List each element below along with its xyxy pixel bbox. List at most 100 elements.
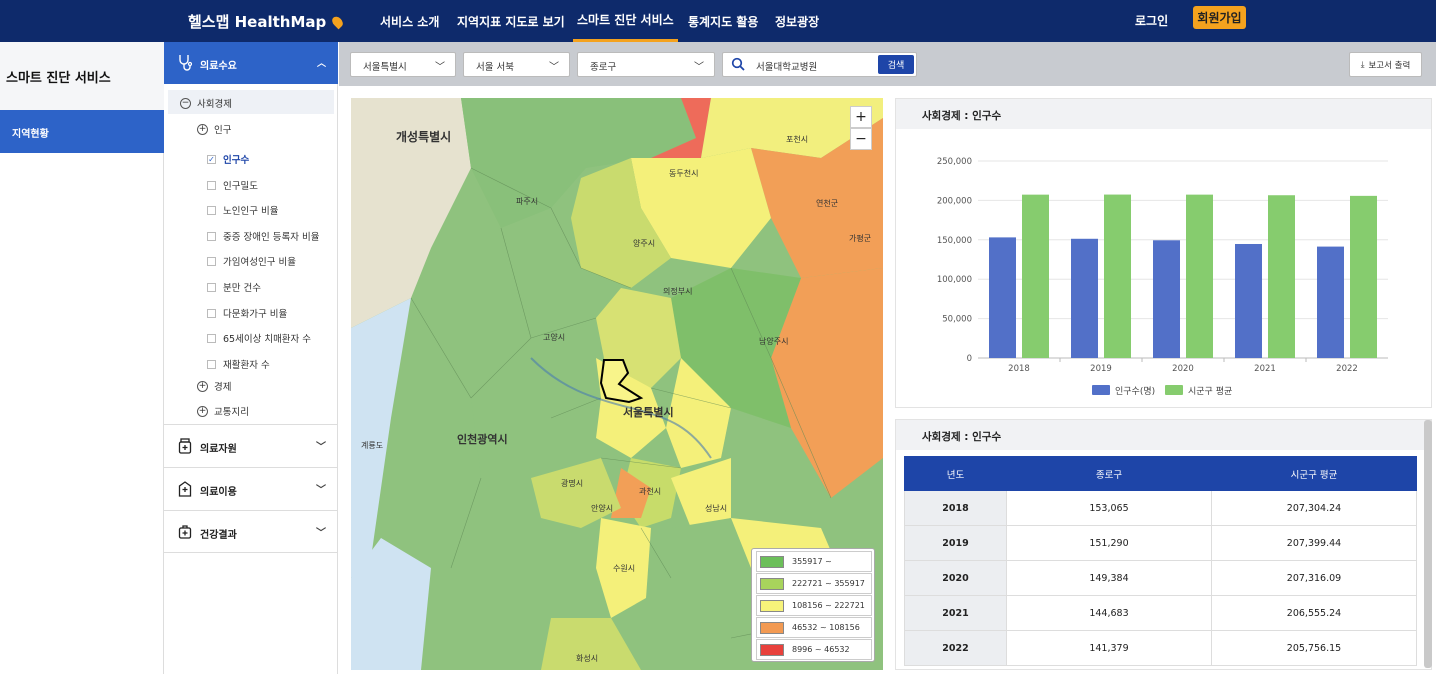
- area-select[interactable]: 서울 서북 ﹀: [463, 52, 570, 77]
- sidebar-item-region-status[interactable]: 지역현황: [0, 110, 164, 153]
- province-select[interactable]: 서울특별시 ﹀: [350, 52, 456, 77]
- bar-population: [1317, 246, 1344, 358]
- section-medical-demand[interactable]: 의료수요 ︿: [164, 42, 338, 84]
- checkbox[interactable]: [207, 333, 216, 343]
- table-scrollbar[interactable]: [1424, 420, 1432, 668]
- table-header-row: 년도 종로구 시군구 평균: [904, 456, 1417, 491]
- table-row: 2020 149,384 207,316.09: [904, 560, 1417, 596]
- hospital-icon: [178, 481, 192, 497]
- report-label: 보고서 출력: [1368, 60, 1411, 71]
- value-cell: 151,290: [1006, 525, 1212, 561]
- checkbox[interactable]: [207, 282, 216, 292]
- table-row: 2019 151,290 207,399.44: [904, 525, 1417, 561]
- map-label: 동두천시: [669, 169, 699, 178]
- legend-item: 108156 ~ 222721: [756, 595, 872, 616]
- map-label: 서울특별시: [623, 406, 674, 419]
- x-tick-label: 2019: [1090, 364, 1112, 374]
- checkbox[interactable]: [207, 205, 216, 215]
- menu-info-plaza[interactable]: 정보광장: [775, 0, 819, 42]
- map-label: 개성특별시: [396, 130, 452, 144]
- indicator-label: 노인인구 비율: [223, 206, 279, 217]
- checkbox-checked[interactable]: ✓: [207, 154, 216, 164]
- collapse-icon[interactable]: −: [180, 97, 191, 109]
- top-navigation: 헬스맵 HealthMap 서비스 소개 지역지표 지도로 보기 스마트 진단 …: [0, 0, 1436, 42]
- bar-population: [1235, 243, 1262, 358]
- indicator-item[interactable]: 중증 장애인 등록자 비율: [207, 229, 319, 243]
- logo[interactable]: 헬스맵 HealthMap: [188, 11, 346, 32]
- indicator-item[interactable]: 노인인구 비율: [207, 203, 278, 217]
- legend-swatch: [760, 643, 784, 656]
- menu-smart-diagnosis[interactable]: 스마트 진단 서비스: [573, 0, 678, 42]
- avg-cell: 207,316.09: [1211, 560, 1417, 596]
- map-label: 과천시: [639, 487, 662, 496]
- hospital-search[interactable]: 서울대학교병원 검색: [722, 52, 917, 77]
- legend-item: 46532 ~ 108156: [756, 617, 872, 638]
- tree-group-economy[interactable]: + 경제: [197, 379, 231, 393]
- search-button[interactable]: 검색: [878, 55, 914, 74]
- map-label: 안양시: [591, 504, 614, 513]
- menu-service-intro[interactable]: 서비스 소개: [380, 0, 439, 42]
- indicator-item[interactable]: 분만 건수: [207, 280, 261, 294]
- report-print-button[interactable]: ⤓ 보고서 출력: [1349, 52, 1422, 77]
- map-label: 화성시: [576, 654, 599, 663]
- checkbox[interactable]: [207, 256, 216, 266]
- login-link[interactable]: 로그인: [1135, 12, 1168, 29]
- legend-label: 시군구 평균: [1188, 386, 1232, 397]
- download-icon: ⤓: [1360, 59, 1365, 70]
- map-label: 인천광역시: [457, 433, 508, 446]
- menu-stat-map[interactable]: 통계지도 활용: [688, 0, 758, 42]
- checkbox[interactable]: [207, 180, 216, 190]
- column-header: 년도: [904, 456, 1007, 491]
- zoom-in-button[interactable]: +: [850, 106, 872, 128]
- indicator-label: 재활환자 수: [223, 360, 270, 371]
- tree-subgroup-population[interactable]: + 인구: [197, 122, 231, 136]
- checkbox[interactable]: [207, 359, 216, 369]
- indicator-label: 인구밀도: [223, 181, 258, 192]
- legend-swatch: [1165, 385, 1183, 395]
- district-select[interactable]: 종로구 ﹀: [577, 52, 715, 77]
- left-sidebar: 스마트 진단 서비스 지역현황: [0, 42, 164, 674]
- indicator-item[interactable]: 재활환자 수: [207, 357, 270, 371]
- indicator-label: 가임여성인구 비율: [223, 257, 296, 268]
- year-cell: 2022: [904, 630, 1007, 666]
- medical-kit-icon: [178, 525, 192, 539]
- table-row: 2022 141,379 205,756.15: [904, 630, 1417, 666]
- checkbox[interactable]: [207, 231, 216, 241]
- chevron-down-icon: ﹀: [549, 62, 559, 73]
- y-tick-label: 150,000: [937, 236, 972, 246]
- map-label: 성남시: [705, 504, 728, 513]
- population-bar-chart: 0 50,000 100,000 150,000 200,000 250,000 2018 2…: [937, 157, 1388, 397]
- chevron-up-icon[interactable]: ︿: [317, 56, 326, 69]
- menu-region-map[interactable]: 지역지표 지도로 보기: [457, 0, 565, 42]
- indicator-item[interactable]: 65세이상 치매환자 수: [207, 331, 311, 345]
- map-legend: 355917 ~ 222721 ~ 355917 108156 ~ 222721…: [751, 548, 875, 662]
- map-label: 수원시: [613, 564, 636, 573]
- bar-average: [1268, 195, 1295, 358]
- accordion-medical-resources[interactable]: 의료자원 ﹀: [164, 424, 338, 467]
- search-input[interactable]: 서울대학교병원: [756, 59, 817, 73]
- join-button[interactable]: 회원가입: [1193, 6, 1246, 29]
- legend-range: 355917 ~: [792, 557, 832, 566]
- tree-group-socioeconomic[interactable]: − 사회경제: [180, 96, 232, 110]
- accordion-health-outcomes[interactable]: 건강결과 ﹀: [164, 510, 338, 553]
- indicator-item[interactable]: ✓ 인구수: [207, 152, 249, 166]
- chevron-down-icon[interactable]: ﹀: [316, 481, 326, 496]
- chevron-down-icon[interactable]: ﹀: [316, 524, 326, 539]
- stethoscope-icon: [179, 55, 192, 71]
- chevron-down-icon[interactable]: ﹀: [316, 438, 326, 453]
- expand-icon[interactable]: +: [197, 380, 208, 392]
- value-cell: 141,379: [1006, 630, 1212, 666]
- map-label: 연천군: [816, 199, 839, 208]
- choropleth-map[interactable]: + − 개성특별시 파주시 양주시 포천시 동두천시 의정부시 고양시 남양주시…: [351, 98, 883, 670]
- expand-icon[interactable]: +: [197, 405, 208, 417]
- zoom-out-button[interactable]: −: [850, 128, 872, 150]
- indicator-item[interactable]: 인구밀도: [207, 178, 258, 192]
- indicator-item[interactable]: 다문화가구 비율: [207, 306, 287, 320]
- tree-group-traffic-geo[interactable]: + 교통지리: [197, 404, 249, 418]
- subgroup-label: 인구: [214, 125, 232, 136]
- avg-cell: 207,399.44: [1211, 525, 1417, 561]
- indicator-item[interactable]: 가임여성인구 비율: [207, 254, 296, 268]
- expand-icon[interactable]: +: [197, 123, 208, 135]
- accordion-medical-usage[interactable]: 의료이용 ﹀: [164, 467, 338, 510]
- checkbox[interactable]: [207, 308, 216, 318]
